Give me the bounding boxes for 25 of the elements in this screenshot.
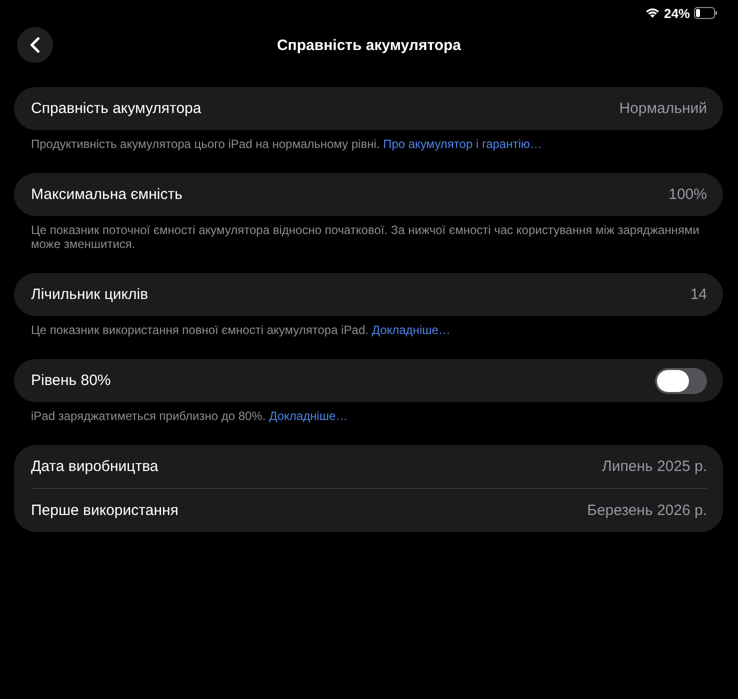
- battery-percent: 24%: [664, 6, 690, 20]
- footer-text: Це показник поточної ємності акумулятора відносно початкової. За нижчої ємності час користування між заряджаннями може зменшитися.: [30, 222, 700, 251]
- toggle-switch[interactable]: [655, 368, 707, 394]
- back-button[interactable]: [17, 27, 53, 63]
- learn-more-link[interactable]: Докладніше…: [372, 323, 450, 337]
- learn-more-link[interactable]: Докладніше…: [269, 409, 348, 423]
- row-label: Дата виробництва: [31, 458, 158, 475]
- row-value: 14: [690, 286, 707, 303]
- footer-text: Це показник використання повної ємності акумулятора iPad. Докладніше…: [30, 322, 452, 337]
- footer-text: Продуктивність акумулятора цього iPad на нормальному рівні. Про акумулятор і гарантію…: [30, 136, 543, 151]
- row-label: Справність акумулятора: [31, 100, 202, 117]
- row-value: Липень 2025 р.: [602, 458, 707, 475]
- row-value: Березень 2026 р.: [587, 502, 707, 519]
- row-value: 100%: [668, 186, 707, 203]
- row-label: Максимальна ємність: [31, 186, 182, 203]
- row-value: Нормальний: [619, 100, 707, 117]
- footer-text: iPad заряджатиметься приблизно до 80%. Докладніше…: [30, 408, 349, 423]
- battery-icon: [694, 7, 717, 19]
- learn-more-link[interactable]: Про акумулятор і гарантію…: [383, 137, 542, 151]
- row-label: Рівень 80%: [31, 372, 111, 389]
- wifi-icon: [646, 8, 659, 18]
- row-label: Перше використання: [31, 502, 178, 519]
- page-title: Справність акумулятора: [276, 36, 462, 54]
- row-label: Лічильник циклів: [31, 286, 148, 303]
- chevron-left-icon: [30, 37, 40, 53]
